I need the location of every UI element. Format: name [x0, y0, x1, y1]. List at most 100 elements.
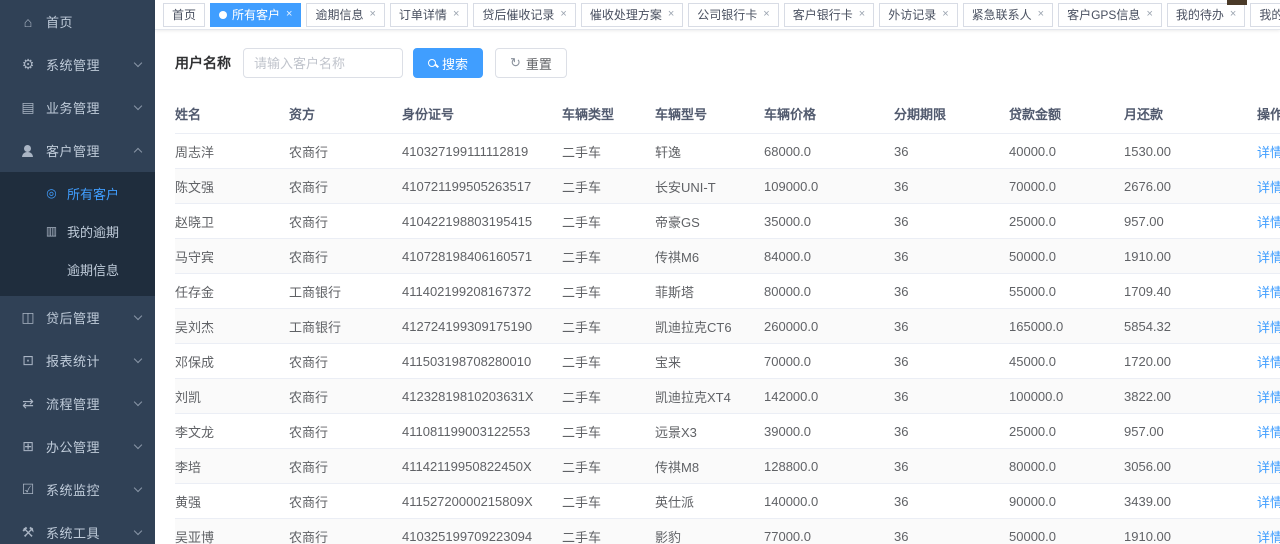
cell-loan: 90000.0: [1009, 484, 1124, 519]
dashboard-icon: ⌂: [20, 14, 36, 30]
cell-action: 详情: [1239, 239, 1280, 274]
cell-vehicle_type: 二手车: [562, 414, 655, 449]
detail-link[interactable]: 详情: [1257, 285, 1280, 300]
cell-funder: 农商行: [289, 379, 402, 414]
tab-贷后催收记录[interactable]: 贷后催收记录×: [473, 3, 575, 27]
close-icon[interactable]: ×: [668, 9, 674, 20]
sidebar-item-客户管理[interactable]: 客户管理: [0, 129, 155, 172]
sidebar-item-贷后管理[interactable]: ◫贷后管理: [0, 296, 155, 339]
close-icon[interactable]: ×: [369, 9, 375, 20]
cell-price: 109000.0: [764, 169, 894, 204]
detail-link[interactable]: 详情: [1257, 145, 1280, 160]
cell-vehicle_type: 二手车: [562, 379, 655, 414]
sidebar-subitem-我的逾期[interactable]: ▥我的逾期: [0, 212, 155, 250]
cell-term: 36: [894, 414, 1009, 449]
tab-label: 紧急联系人: [972, 6, 1032, 23]
close-icon[interactable]: ×: [1038, 9, 1044, 20]
sidebar-subitem-逾期信息[interactable]: 逾期信息: [0, 250, 155, 288]
detail-link[interactable]: 详情: [1257, 425, 1280, 440]
sidebar-subitem-label: 逾期信息: [67, 260, 119, 279]
cell-loan: 25000.0: [1009, 414, 1124, 449]
search-button[interactable]: 搜索: [413, 48, 483, 78]
column-header-身份证号: 身份证号: [402, 94, 562, 134]
cell-price: 84000.0: [764, 239, 894, 274]
sidebar-item-报表统计[interactable]: ⊡报表统计: [0, 339, 155, 382]
close-icon[interactable]: ×: [859, 9, 865, 20]
cell-name: 任存金: [175, 274, 289, 309]
tab-逾期信息[interactable]: 逾期信息×: [306, 3, 384, 27]
table-row: 陈文强农商行410721199505263517二手车长安UNI-T109000…: [175, 169, 1280, 204]
cell-name: 邓保成: [175, 344, 289, 379]
cell-name: 赵晓卫: [175, 204, 289, 239]
close-icon[interactable]: ×: [560, 9, 566, 20]
cell-name: 刘凯: [175, 379, 289, 414]
sidebar-item-系统工具[interactable]: ⚒系统工具: [0, 511, 155, 544]
chevron-down-icon: [134, 59, 142, 67]
cell-name: 李文龙: [175, 414, 289, 449]
tab-紧急联系人[interactable]: 紧急联系人 ×: [963, 3, 1053, 27]
tab-客户银行卡[interactable]: 客户银行卡×: [784, 3, 874, 27]
sidebar-subitem-所有客户[interactable]: ◎所有客户: [0, 174, 155, 212]
cell-id_number: 41152720000215809X: [402, 484, 562, 519]
detail-link[interactable]: 详情: [1257, 460, 1280, 475]
cell-vehicle_type: 二手车: [562, 274, 655, 309]
monitor-icon: ☑: [20, 481, 36, 498]
cell-name: 周志洋: [175, 134, 289, 169]
cell-id_number: 410721199505263517: [402, 169, 562, 204]
detail-link[interactable]: 详情: [1257, 530, 1280, 544]
close-icon[interactable]: ×: [1146, 9, 1152, 20]
cell-monthly: 1720.00: [1124, 344, 1239, 379]
chevron-down-icon: [134, 398, 142, 406]
tab-客户GPS信息[interactable]: 客户GPS信息×: [1058, 3, 1162, 27]
detail-link[interactable]: 详情: [1257, 390, 1280, 405]
close-icon[interactable]: ×: [763, 9, 769, 20]
column-header-贷款金额: 贷款金额: [1009, 94, 1124, 134]
cell-loan: 50000.0: [1009, 239, 1124, 274]
cell-name: 吴刘杰: [175, 309, 289, 344]
tab-label: 我的流程: [1259, 6, 1280, 23]
sidebar-item-系统监控[interactable]: ☑系统监控: [0, 468, 155, 511]
cell-name: 李培: [175, 449, 289, 484]
tab-所有客户[interactable]: 所有客户×: [210, 3, 301, 27]
close-icon[interactable]: ×: [942, 9, 948, 20]
detail-link[interactable]: 详情: [1257, 180, 1280, 195]
tab-公司银行卡[interactable]: 公司银行卡×: [688, 3, 778, 27]
sidebar-item-办公管理[interactable]: ⊞办公管理: [0, 425, 155, 468]
sidebar: ⌂首页⚙系统管理▤业务管理客户管理◎所有客户▥我的逾期逾期信息 ◫贷后管理⊡报表统…: [0, 0, 155, 544]
cell-action: 详情: [1239, 169, 1280, 204]
sidebar-item-首页[interactable]: ⌂首页: [0, 0, 155, 43]
cell-vehicle_type: 二手车: [562, 239, 655, 274]
sidebar-item-流程管理[interactable]: ⇄流程管理: [0, 382, 155, 425]
sidebar-item-业务管理[interactable]: ▤业务管理: [0, 86, 155, 129]
cell-id_number: 411503198708280010: [402, 344, 562, 379]
detail-link[interactable]: 详情: [1257, 355, 1280, 370]
detail-link[interactable]: 详情: [1257, 215, 1280, 230]
column-header-操作: 操作: [1239, 94, 1280, 134]
cell-id_number: 411081199003122553: [402, 414, 562, 449]
tab-首页[interactable]: 首页: [163, 3, 205, 27]
close-icon[interactable]: ×: [1230, 9, 1236, 20]
cell-monthly: 3822.00: [1124, 379, 1239, 414]
customer-name-input[interactable]: [243, 48, 403, 78]
tab-我的待办[interactable]: 我的待办×: [1167, 3, 1245, 27]
tab-催收处理方案[interactable]: 催收处理方案×: [581, 3, 683, 27]
close-icon[interactable]: ×: [453, 9, 459, 20]
reset-button[interactable]: ↻ 重置: [495, 48, 567, 78]
cell-funder: 农商行: [289, 204, 402, 239]
cell-funder: 农商行: [289, 414, 402, 449]
table-row: 邓保成农商行411503198708280010二手车宝来70000.03645…: [175, 344, 1280, 379]
chevron-down-icon: [134, 484, 142, 492]
cell-loan: 25000.0: [1009, 204, 1124, 239]
detail-link[interactable]: 详情: [1257, 250, 1280, 265]
cell-action: 详情: [1239, 134, 1280, 169]
column-header-车辆类型: 车辆类型: [562, 94, 655, 134]
detail-link[interactable]: 详情: [1257, 495, 1280, 510]
detail-link[interactable]: 详情: [1257, 320, 1280, 335]
tab-订单详情[interactable]: 订单详情×: [390, 3, 468, 27]
sidebar-item-系统管理[interactable]: ⚙系统管理: [0, 43, 155, 86]
tab-我的流程[interactable]: 我的流程×: [1250, 3, 1280, 27]
cell-price: 68000.0: [764, 134, 894, 169]
table-row: 刘凯农商行41232819810203631X二手车凯迪拉克XT4142000.…: [175, 379, 1280, 414]
tab-外访记录[interactable]: 外访记录×: [879, 3, 957, 27]
close-icon[interactable]: ×: [286, 9, 292, 20]
